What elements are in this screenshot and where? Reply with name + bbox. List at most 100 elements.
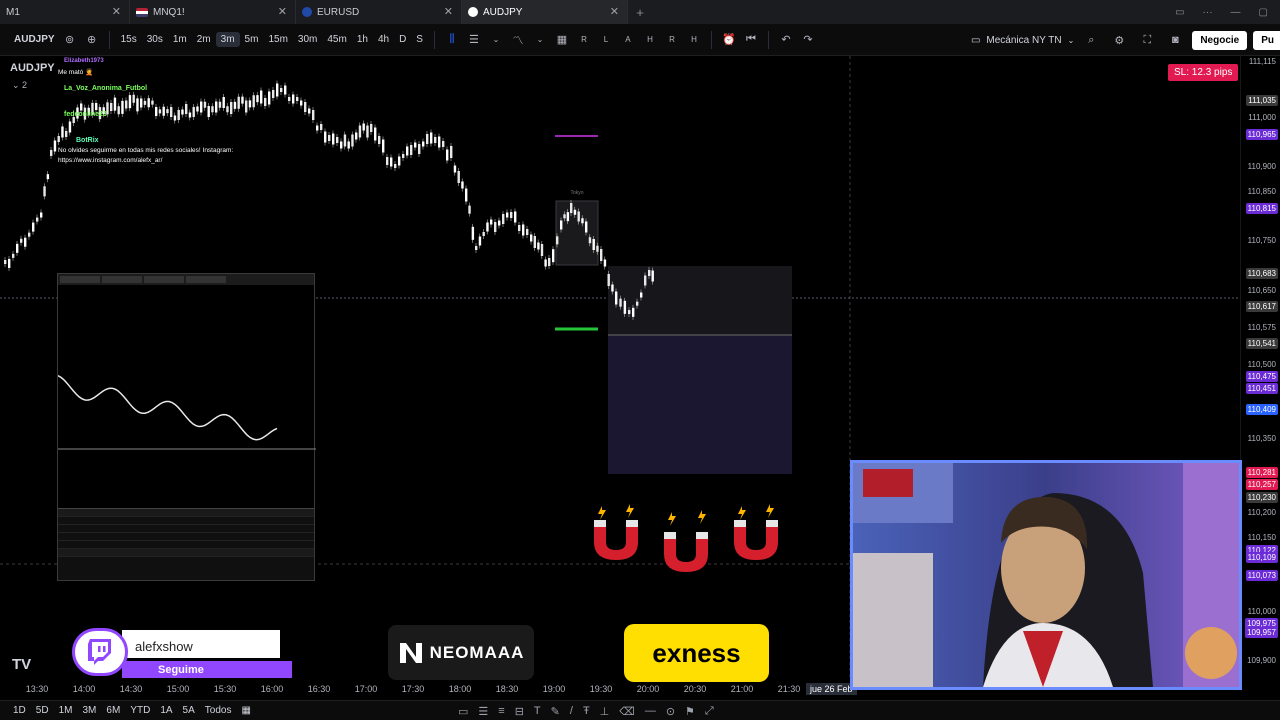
candle-body (332, 133, 335, 145)
chart-type-icon[interactable]: ☰ (463, 29, 485, 51)
timeframe-3m[interactable]: 3m (215, 32, 240, 47)
range-5a[interactable]: 5A (178, 705, 200, 716)
range-1a[interactable]: 1A (155, 705, 177, 716)
candle-body (434, 137, 437, 143)
range-1m[interactable]: 1M (54, 705, 78, 716)
range-ytd[interactable]: YTD (125, 705, 155, 716)
close-icon[interactable]: ✕ (444, 5, 453, 18)
more-icon[interactable]: ··· (1203, 7, 1213, 18)
timeframe-15m[interactable]: 15m (263, 32, 292, 47)
lines-tool-icon[interactable]: ☰ (478, 705, 488, 718)
bar-style-icon[interactable]: ⫼ (441, 29, 463, 51)
templates-icon[interactable]: ▦ (551, 29, 573, 51)
search-icon[interactable]: ⌕ (1080, 29, 1102, 51)
measure-tool-icon[interactable]: ⊟ (515, 705, 524, 718)
candle-body (592, 239, 595, 250)
close-icon[interactable]: ✕ (610, 5, 619, 18)
timeframe-2m[interactable]: 2m (192, 32, 216, 47)
screen-icon[interactable]: ▭ (1175, 7, 1184, 18)
browser-tab-audjpy[interactable]: AUDJPY ✕ (462, 0, 628, 24)
candle-body (438, 136, 441, 148)
close-icon[interactable]: ✕ (112, 5, 121, 18)
range-5d[interactable]: 5D (31, 705, 54, 716)
price-label: 111,035 (1246, 94, 1278, 106)
replay-h-button[interactable]: H (639, 29, 661, 51)
replay-l-button[interactable]: L (595, 29, 617, 51)
date-range-icon[interactable]: ▦ (236, 705, 255, 716)
trend-line-icon[interactable]: / (570, 705, 573, 717)
undo-icon[interactable]: ↶ (775, 29, 797, 51)
timeframe-30m[interactable]: 30m (293, 32, 322, 47)
price-label: 111,115 (1248, 57, 1276, 66)
range-3m[interactable]: 3M (78, 705, 102, 716)
timeframe-d[interactable]: D (394, 32, 411, 47)
horizontal-line-icon[interactable]: — (645, 705, 656, 717)
settings-gear-icon[interactable]: ⚙ (1108, 29, 1130, 51)
chevron-down-icon[interactable]: ⌄ (485, 29, 507, 51)
candle-body (490, 219, 493, 225)
new-tab-button[interactable]: + (628, 0, 652, 24)
replay-r-button[interactable]: R (573, 29, 595, 51)
candle-body (510, 212, 513, 218)
publish-button[interactable]: Pu (1253, 30, 1280, 50)
vertical-line-icon[interactable]: ⊥ (600, 705, 610, 718)
indicators-icon[interactable]: 〽 (507, 29, 529, 51)
timeframe-45m[interactable]: 45m (322, 32, 351, 47)
browser-tab-eurusd[interactable]: EURUSD ✕ (296, 0, 462, 24)
close-icon[interactable]: ✕ (278, 5, 287, 18)
redo-icon[interactable]: ↷ (797, 29, 819, 51)
indicator-collapse-toggle[interactable]: ⌄ 2 (12, 80, 27, 91)
candle-body (382, 139, 385, 153)
trade-button[interactable]: Negocie (1192, 30, 1248, 50)
price-label: 110,257 (1245, 478, 1278, 490)
maximize-icon[interactable]: ▢ (1259, 7, 1268, 18)
range-1d[interactable]: 1D (8, 705, 31, 716)
add-symbol-icon[interactable]: ⊕ (81, 29, 103, 51)
replay-r2-button[interactable]: R (661, 29, 683, 51)
fib-tool-icon[interactable]: ≡ (498, 705, 504, 717)
browser-tab-mnq[interactable]: MNQ1! ✕ (130, 0, 296, 24)
target-icon[interactable]: ⊙ (666, 705, 675, 718)
price-label: 110,200 (1247, 507, 1276, 517)
chevron-down-icon[interactable]: ⌄ (529, 29, 551, 51)
timeframe-4h[interactable]: 4h (373, 32, 394, 47)
layout-selector[interactable]: ▭ Mecánica NY TN ⌄ (971, 35, 1074, 46)
replay-a-button[interactable]: A (617, 29, 639, 51)
candle-body (457, 171, 460, 183)
alert-icon[interactable]: ⏰ (718, 29, 740, 51)
chat-message: Me mató 🤦 (58, 69, 94, 76)
camera-icon[interactable]: ◙ (1164, 29, 1186, 51)
fullscreen-icon[interactable]: ⛶ (1136, 29, 1158, 51)
range-6m[interactable]: 6M (101, 705, 125, 716)
timeframe-5m[interactable]: 5m (240, 32, 264, 47)
replay-icon[interactable]: ⏮ (740, 29, 762, 51)
timeframe-1h[interactable]: 1h (352, 32, 373, 47)
timeframe-s[interactable]: S (411, 32, 428, 47)
eraser-icon[interactable]: ⌫ (619, 705, 635, 718)
arrows-icon[interactable]: ⤢ (705, 705, 714, 718)
brush-tool-icon[interactable]: ✎ (551, 705, 560, 718)
font-tool-icon[interactable]: Ŧ (583, 705, 590, 717)
candle-body (600, 249, 603, 261)
price-scale[interactable]: 111,115 111,035 111,000 110,965 110,900 110,8… (1240, 56, 1280, 680)
flag-icon[interactable]: ⚑ (685, 705, 695, 718)
timeframe-30s[interactable]: 30s (142, 32, 168, 47)
timeframe-15s[interactable]: 15s (116, 32, 142, 47)
rectangle-tool-icon[interactable]: ▭ (458, 705, 468, 718)
timeframe-1m[interactable]: 1m (168, 32, 192, 47)
candle-body (537, 242, 540, 250)
compare-icon[interactable]: ⊚ (59, 29, 81, 51)
candle-body (358, 125, 362, 138)
browser-tab-m1[interactable]: M1 ✕ (0, 0, 130, 24)
symbol-search-button[interactable]: AUDJPY (10, 31, 59, 48)
replay-h2-button[interactable]: H (683, 29, 705, 51)
candle-body (570, 203, 573, 213)
chat-username: BotRix (76, 137, 99, 144)
candle-body (46, 174, 50, 180)
range-all[interactable]: Todos (200, 705, 237, 716)
text-tool-icon[interactable]: T (534, 705, 541, 717)
chat-username: La_Voz_Anonima_Futbol (64, 85, 148, 92)
minimize-icon[interactable]: — (1231, 7, 1241, 18)
candle-body (394, 164, 397, 168)
candle-body (355, 132, 358, 140)
